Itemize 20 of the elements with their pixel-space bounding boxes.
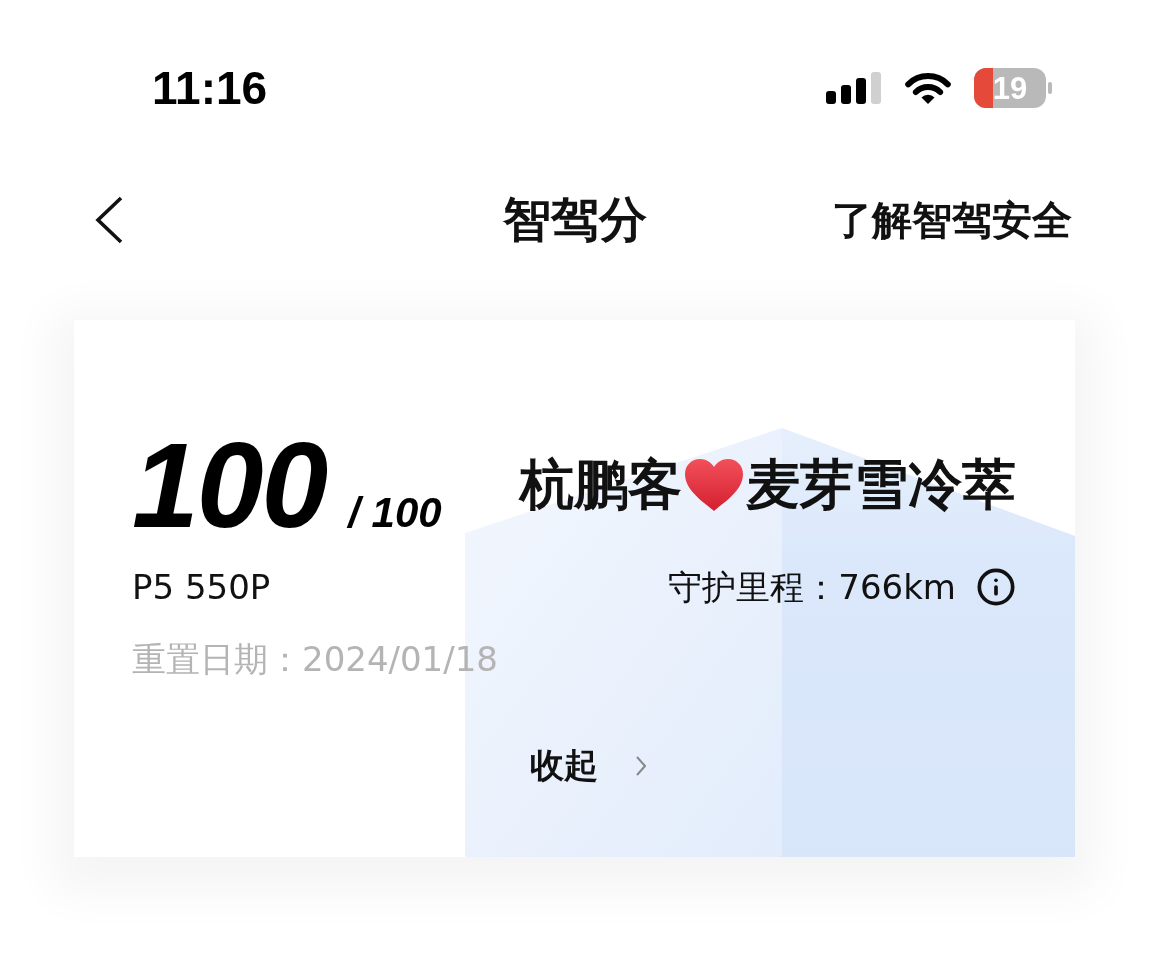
back-button[interactable] — [94, 196, 124, 244]
status-time: 11:16 — [152, 65, 268, 111]
heart-icon — [685, 459, 743, 511]
score-value: 100 — [132, 425, 327, 545]
signal-icon — [826, 72, 882, 104]
info-icon[interactable] — [976, 567, 1016, 607]
safety-info-link[interactable]: 了解智驾安全 — [832, 196, 1072, 244]
wifi-icon — [904, 71, 952, 105]
nickname-text: 杭鹏客 — [520, 455, 682, 515]
protected-mileage: 守护里程：766km — [668, 567, 956, 607]
back-icon — [94, 196, 124, 244]
chevron-right-icon — [636, 756, 646, 776]
nickname-text: 麦芽雪冷萃 — [746, 455, 1016, 515]
vehicle-model: P5 550P — [132, 567, 271, 607]
collapse-button[interactable]: 收起 — [530, 746, 646, 786]
score-total: / 100 — [348, 492, 442, 534]
battery-percentage: 19 — [992, 72, 1028, 104]
page-title: 智驾分 — [503, 191, 647, 249]
battery-icon — [974, 68, 1052, 108]
reset-date: 重置日期：2024/01/18 — [132, 639, 498, 679]
